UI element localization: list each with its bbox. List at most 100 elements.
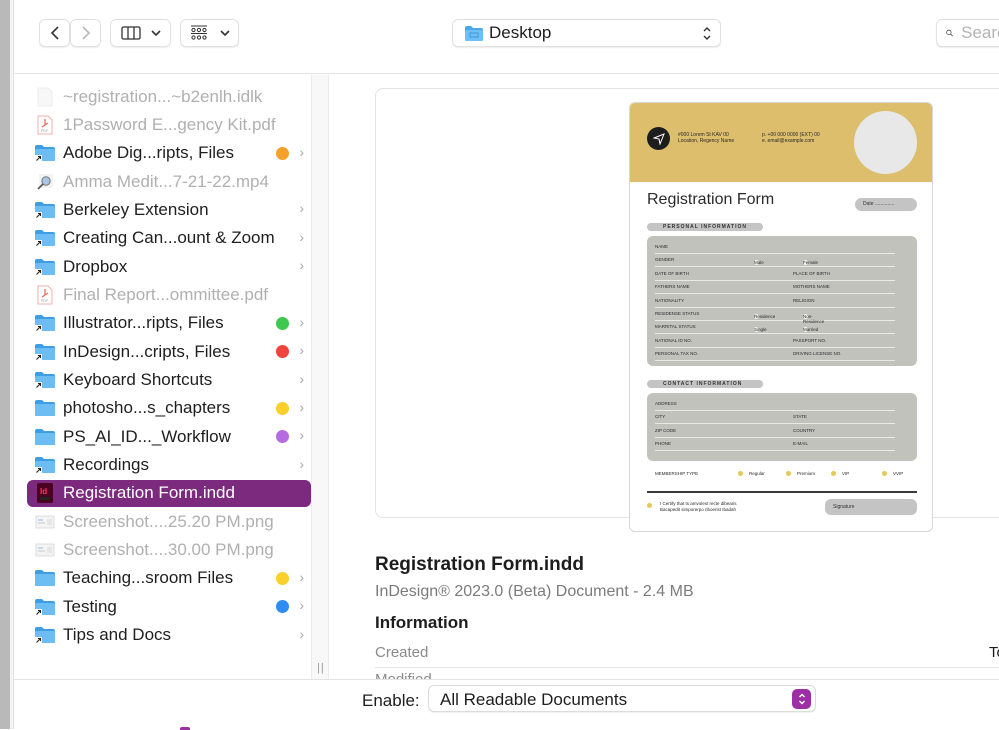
bullet-icon <box>647 503 652 508</box>
info-value: To <box>989 644 999 661</box>
membership-option: Premium <box>786 471 816 477</box>
folder-alias-icon <box>34 597 56 617</box>
doc-certify-text: I Certify that ts amvolest recte dibeari… <box>660 501 737 513</box>
form-field-label: RESIDENSE STATUS <box>655 311 700 316</box>
folder-row[interactable]: Creating Can...ount & Zoom › <box>27 225 311 252</box>
item-name: 1Password E...gency Kit.pdf <box>63 114 276 134</box>
enable-value: All Readable Documents <box>440 690 628 709</box>
file-row[interactable]: PDF 1Password E...gency Kit.pdf <box>27 111 311 138</box>
folder-alias-icon <box>34 342 56 362</box>
folder-row[interactable]: Illustrator...ripts, Files › <box>27 310 311 337</box>
image-file-icon <box>34 512 56 532</box>
membership-label: MEMBERSHIP TYPE <box>655 471 699 476</box>
chevron-right-icon: › <box>299 625 304 642</box>
form-field-label: NATIONAL ID NO. <box>655 337 693 343</box>
folder-row[interactable]: Teaching...sroom Files › <box>27 565 311 592</box>
certify-line: Bacapedit simporerpo riboerist Ibadah <box>660 507 737 512</box>
folder-row[interactable]: Testing › <box>27 593 311 620</box>
chevron-right-icon: › <box>299 568 304 585</box>
location-label: Desktop <box>489 23 552 42</box>
folder-icon <box>34 398 56 418</box>
form-row: GENDER Male Female <box>655 254 895 268</box>
form-field-label: COUNTRY <box>793 427 816 433</box>
personal-info-header: PERSONAL INFORMATION <box>647 223 763 231</box>
forward-button[interactable] <box>70 19 101 47</box>
form-field-label: ADDRESS <box>655 401 677 406</box>
bullet-icon <box>786 471 791 477</box>
item-name: Adobe Dig...ripts, Files <box>63 143 235 163</box>
folder-row[interactable]: Adobe Dig...ripts, Files › <box>27 140 311 167</box>
color-tag-icon <box>276 571 289 585</box>
file-row[interactable]: Screenshot....25.20 PM.png <box>27 508 311 535</box>
enable-popup[interactable]: All Readable Documents <box>428 685 816 712</box>
doc-signature-field: Signature <box>825 499 917 515</box>
folder-alias-icon <box>34 455 56 475</box>
file-row[interactable]: ~registration...~b2enlh.idlk <box>27 83 311 110</box>
membership-option-label: VVIP <box>893 471 904 476</box>
item-name: Screenshot....30.00 PM.png <box>63 540 274 560</box>
folder-row[interactable]: PS_AI_ID..._Workflow › <box>27 423 311 450</box>
svg-text:PDF: PDF <box>41 129 48 133</box>
location-popup[interactable]: Desktop <box>452 19 721 47</box>
color-tag-icon <box>276 316 289 330</box>
back-button[interactable] <box>39 19 70 47</box>
form-row: RESIDENSE STATUS Residence Non-Residence <box>655 308 895 324</box>
info-key: Created <box>375 644 429 661</box>
svg-text:Id: Id <box>40 487 47 496</box>
contact-info-box: ADDRESS CITY STATE ZIP CODE COUNTRY PHONE E-MA… <box>647 393 917 461</box>
file-row[interactable]: Id Registration Form.indd <box>27 479 311 507</box>
pdf-icon: PDF <box>34 285 56 305</box>
resize-grip-icon[interactable]: || <box>317 662 325 674</box>
file-row[interactable]: Amma Medit...7-21-22.mp4 <box>27 168 311 195</box>
folder-row[interactable]: Keyboard Shortcuts › <box>27 367 311 394</box>
form-field-label: E-MAIL <box>793 441 809 447</box>
search-placeholder: Search <box>961 23 999 42</box>
membership-option: VIP <box>831 471 850 477</box>
membership-option: Regular <box>738 471 765 477</box>
form-row: PHONE E-MAIL <box>655 438 895 452</box>
doc-photo-placeholder <box>854 111 917 174</box>
file-row[interactable]: Screenshot....30.00 PM.png <box>27 537 311 564</box>
membership-option-label: Premium <box>797 471 816 476</box>
folder-row[interactable]: Berkeley Extension › <box>27 196 311 223</box>
chevron-right-icon: › <box>299 313 304 330</box>
image-file-icon <box>34 540 56 560</box>
preview-pane: #000 Lorem St KAV 00 Location, Regency N… <box>330 75 999 679</box>
form-field-label: CITY <box>655 414 666 420</box>
group-button[interactable] <box>180 19 239 47</box>
form-field-label: GENDER <box>655 257 675 263</box>
chevron-right-icon: › <box>299 455 304 472</box>
folder-row[interactable]: Tips and Docs › <box>27 622 311 649</box>
color-tag-icon <box>276 430 289 444</box>
folder-alias-icon <box>34 257 56 277</box>
view-mode-button[interactable] <box>110 19 171 47</box>
form-row: PERSONAL TAX NO. DRIVING LICENSE NO. <box>655 348 895 362</box>
item-name: Testing <box>63 596 117 616</box>
doc-contact: p. +00 000 0000 (EXT) 00 e. email@exampl… <box>762 132 820 144</box>
membership-option-label: VIP <box>842 471 850 476</box>
folder-icon <box>34 427 56 447</box>
doc-email-line: e. email@example.com <box>762 138 815 144</box>
form-field-label: MOTHERS NAME <box>793 284 830 290</box>
search-field[interactable]: Search <box>936 19 999 47</box>
folder-row[interactable]: photosho...s_chapters › <box>27 395 311 422</box>
form-field-label: MARRITAL STATUS <box>655 324 696 330</box>
file-name: Registration Form.indd <box>375 554 584 575</box>
doc-date-field: Date .............. <box>855 198 917 211</box>
radio-label: Single <box>754 327 767 333</box>
enable-label: Enable: <box>362 691 420 710</box>
info-row-created: Created To <box>375 642 999 668</box>
chevron-down-icon <box>150 30 161 37</box>
item-name: Recordings <box>63 455 149 475</box>
item-name: Teaching...sroom Files <box>63 568 234 588</box>
folder-alias-icon <box>34 200 56 220</box>
folder-row[interactable]: Recordings › <box>27 452 311 479</box>
file-row[interactable]: PDF Final Report...ommittee.pdf <box>27 281 311 308</box>
folder-row[interactable]: InDesign...cripts, Files › <box>27 338 311 365</box>
folder-alias-icon <box>34 143 56 163</box>
doc-address-line2: Location, Regency Name <box>678 138 735 144</box>
column-resize-handle[interactable]: || <box>311 75 329 679</box>
item-name: Final Report...ommittee.pdf <box>63 284 269 304</box>
chevron-right-icon: › <box>299 597 304 614</box>
folder-row[interactable]: Dropbox › <box>27 253 311 280</box>
